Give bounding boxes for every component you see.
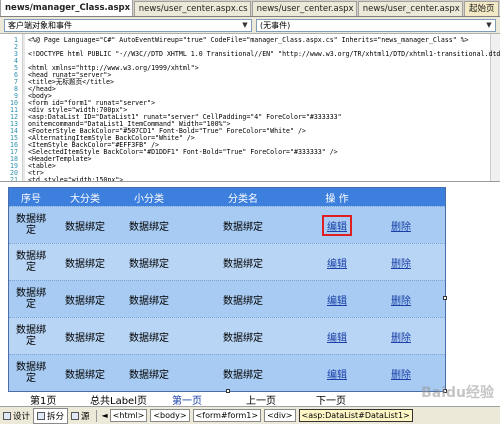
cell-category-name: 数据绑定 [223,295,263,307]
chevron-down-icon: ▼ [242,21,248,29]
source-code-editor[interactable]: 1 <%@ Page Language="C#" AutoEventWireup=… [0,34,500,182]
tab-1[interactable]: news/user_center.aspx.cs [133,1,251,16]
tag-breadcrumb: <html> <body> <form#form1> <div> <asp:DataLi… [109,409,416,422]
cell-small-category: 数据绑定 [129,221,169,233]
pager-current-page: 第1页 [30,396,57,406]
document-tab-bar: news/manager_Class.aspx news/user_center.… [0,0,500,17]
cell-edit: 编辑 [305,355,369,391]
back-arrow-icon[interactable]: ◄ [102,411,108,420]
split-view-label: 拆分 [47,411,65,422]
datalist-header-row: 序号 大分类 小分类 分类名 操 作 [9,188,445,206]
cell-edit: 编辑 [305,207,369,243]
tag-crumb[interactable]: <form#form1> [192,409,262,422]
pager-next-link[interactable]: 下一页 [316,392,346,406]
cell-small-category: 数据绑定 [129,258,169,270]
event-dropdown[interactable]: (无事件) ▼ [256,19,496,32]
navigation-bar: 客户端对象和事件 ▼ (无事件) ▼ [0,17,500,34]
tab-3[interactable]: news/user_center.aspx [357,1,463,16]
source-view-label: 源 [81,411,90,422]
tag-crumb[interactable]: <html> [109,409,148,422]
design-view-button[interactable]: 设计 [0,408,33,424]
cell-edit: 编辑 [305,318,369,354]
delete-link[interactable]: 删除 [391,255,411,270]
delete-link[interactable]: 删除 [391,218,411,233]
cell-delete: 删除 [369,207,433,243]
datalist-control[interactable]: 序号 大分类 小分类 分类名 操 作 数据绑定 数据绑定 数据绑定 数据绑定 编辑 删除数… [8,187,446,392]
cell-id: 数据绑定 [16,288,46,310]
cell-id: 数据绑定 [16,325,46,347]
cell-big-category: 数据绑定 [65,369,105,381]
design-view-icon [3,411,11,420]
code-text: <%@ Page Language="C#" AutoEventWireup="… [28,36,469,44]
cell-id: 数据绑定 [16,214,46,236]
pager-prev-link[interactable]: 上一页 [246,392,276,406]
edit-link[interactable]: 编辑 [327,329,347,344]
datalist-item-row: 数据绑定 数据绑定 数据绑定 数据绑定 编辑 删除 [9,280,445,317]
cell-small-category: 数据绑定 [129,332,169,344]
source-view-button[interactable]: 源 [68,408,93,424]
cell-delete: 删除 [369,281,433,317]
header-id: 序号 [21,193,41,205]
cell-delete: 删除 [369,244,433,280]
cell-category-name: 数据绑定 [223,258,263,270]
edit-link[interactable]: 编辑 [327,292,347,307]
outline-margin [22,34,25,181]
header-small-category: 小分类 [134,193,164,205]
edit-link[interactable]: 编辑 [322,214,352,236]
cell-category-name: 数据绑定 [223,221,263,233]
delete-link[interactable]: 删除 [391,292,411,307]
chevron-down-icon: ▼ [486,21,492,29]
tab-2[interactable]: news/user_center.aspx [251,1,357,16]
watermark: Baidu经验 [421,385,494,401]
design-surface[interactable]: 序号 大分类 小分类 分类名 操 作 数据绑定 数据绑定 数据绑定 数据绑定 编辑 删除数… [0,182,500,406]
tag-crumb[interactable]: <asp:DataList#DataList1> [298,409,413,422]
tag-crumb[interactable]: <body> [150,409,190,422]
delete-link[interactable]: 删除 [391,366,411,381]
datalist-item-row: 数据绑定 数据绑定 数据绑定 数据绑定 编辑 删除 [9,243,445,280]
datalist-item-row: 数据绑定 数据绑定 数据绑定 数据绑定 编辑 删除 [9,317,445,354]
event-value: (无事件) [260,21,291,30]
cell-big-category: 数据绑定 [65,332,105,344]
cell-edit: 编辑 [305,244,369,280]
delete-link[interactable]: 删除 [391,329,411,344]
cell-small-category: 数据绑定 [129,369,169,381]
cell-category-name: 数据绑定 [223,332,263,344]
client-object-value: 客户端对象和事件 [8,21,72,30]
split-view-button[interactable]: 拆分 [33,407,69,424]
client-object-dropdown[interactable]: 客户端对象和事件 ▼ [4,19,252,32]
cell-category-name: 数据绑定 [223,369,263,381]
edit-link[interactable]: 编辑 [327,366,347,381]
header-big-category: 大分类 [70,193,100,205]
cell-small-category: 数据绑定 [129,295,169,307]
split-view-icon [37,411,46,420]
view-status-bar: 设计 拆分 源 ◄ <html> <body> <form#form1> <div> <… [0,406,500,424]
cell-edit: 编辑 [305,281,369,317]
header-operations: 操 作 [325,193,349,205]
pager-first-link[interactable]: 第一页 [172,392,202,406]
cell-id: 数据绑定 [16,251,46,273]
cell-big-category: 数据绑定 [65,221,105,233]
tab-4[interactable]: 起始页 [463,1,499,16]
cell-delete: 删除 [369,318,433,354]
tag-crumb[interactable]: <div> [264,409,296,422]
divider [95,409,97,422]
cell-id: 数据绑定 [16,362,46,384]
cell-big-category: 数据绑定 [65,258,105,270]
header-category-name: 分类名 [228,193,258,205]
datalist-item-row: 数据绑定 数据绑定 数据绑定 数据绑定 编辑 删除 [9,206,445,243]
code-text: <!DOCTYPE html PUBLIC "-//W3C//DTD XHTML… [28,50,500,58]
pager-total-label: 总共Label页 [90,396,147,406]
datalist-item-row: 数据绑定 数据绑定 数据绑定 数据绑定 编辑 删除 [9,354,445,391]
design-view-label: 设计 [13,411,31,422]
cell-big-category: 数据绑定 [65,295,105,307]
source-view-icon [71,411,80,420]
edit-link[interactable]: 编辑 [327,255,347,270]
resize-handle[interactable] [443,296,447,300]
tab-0[interactable]: news/manager_Class.aspx [0,0,133,16]
